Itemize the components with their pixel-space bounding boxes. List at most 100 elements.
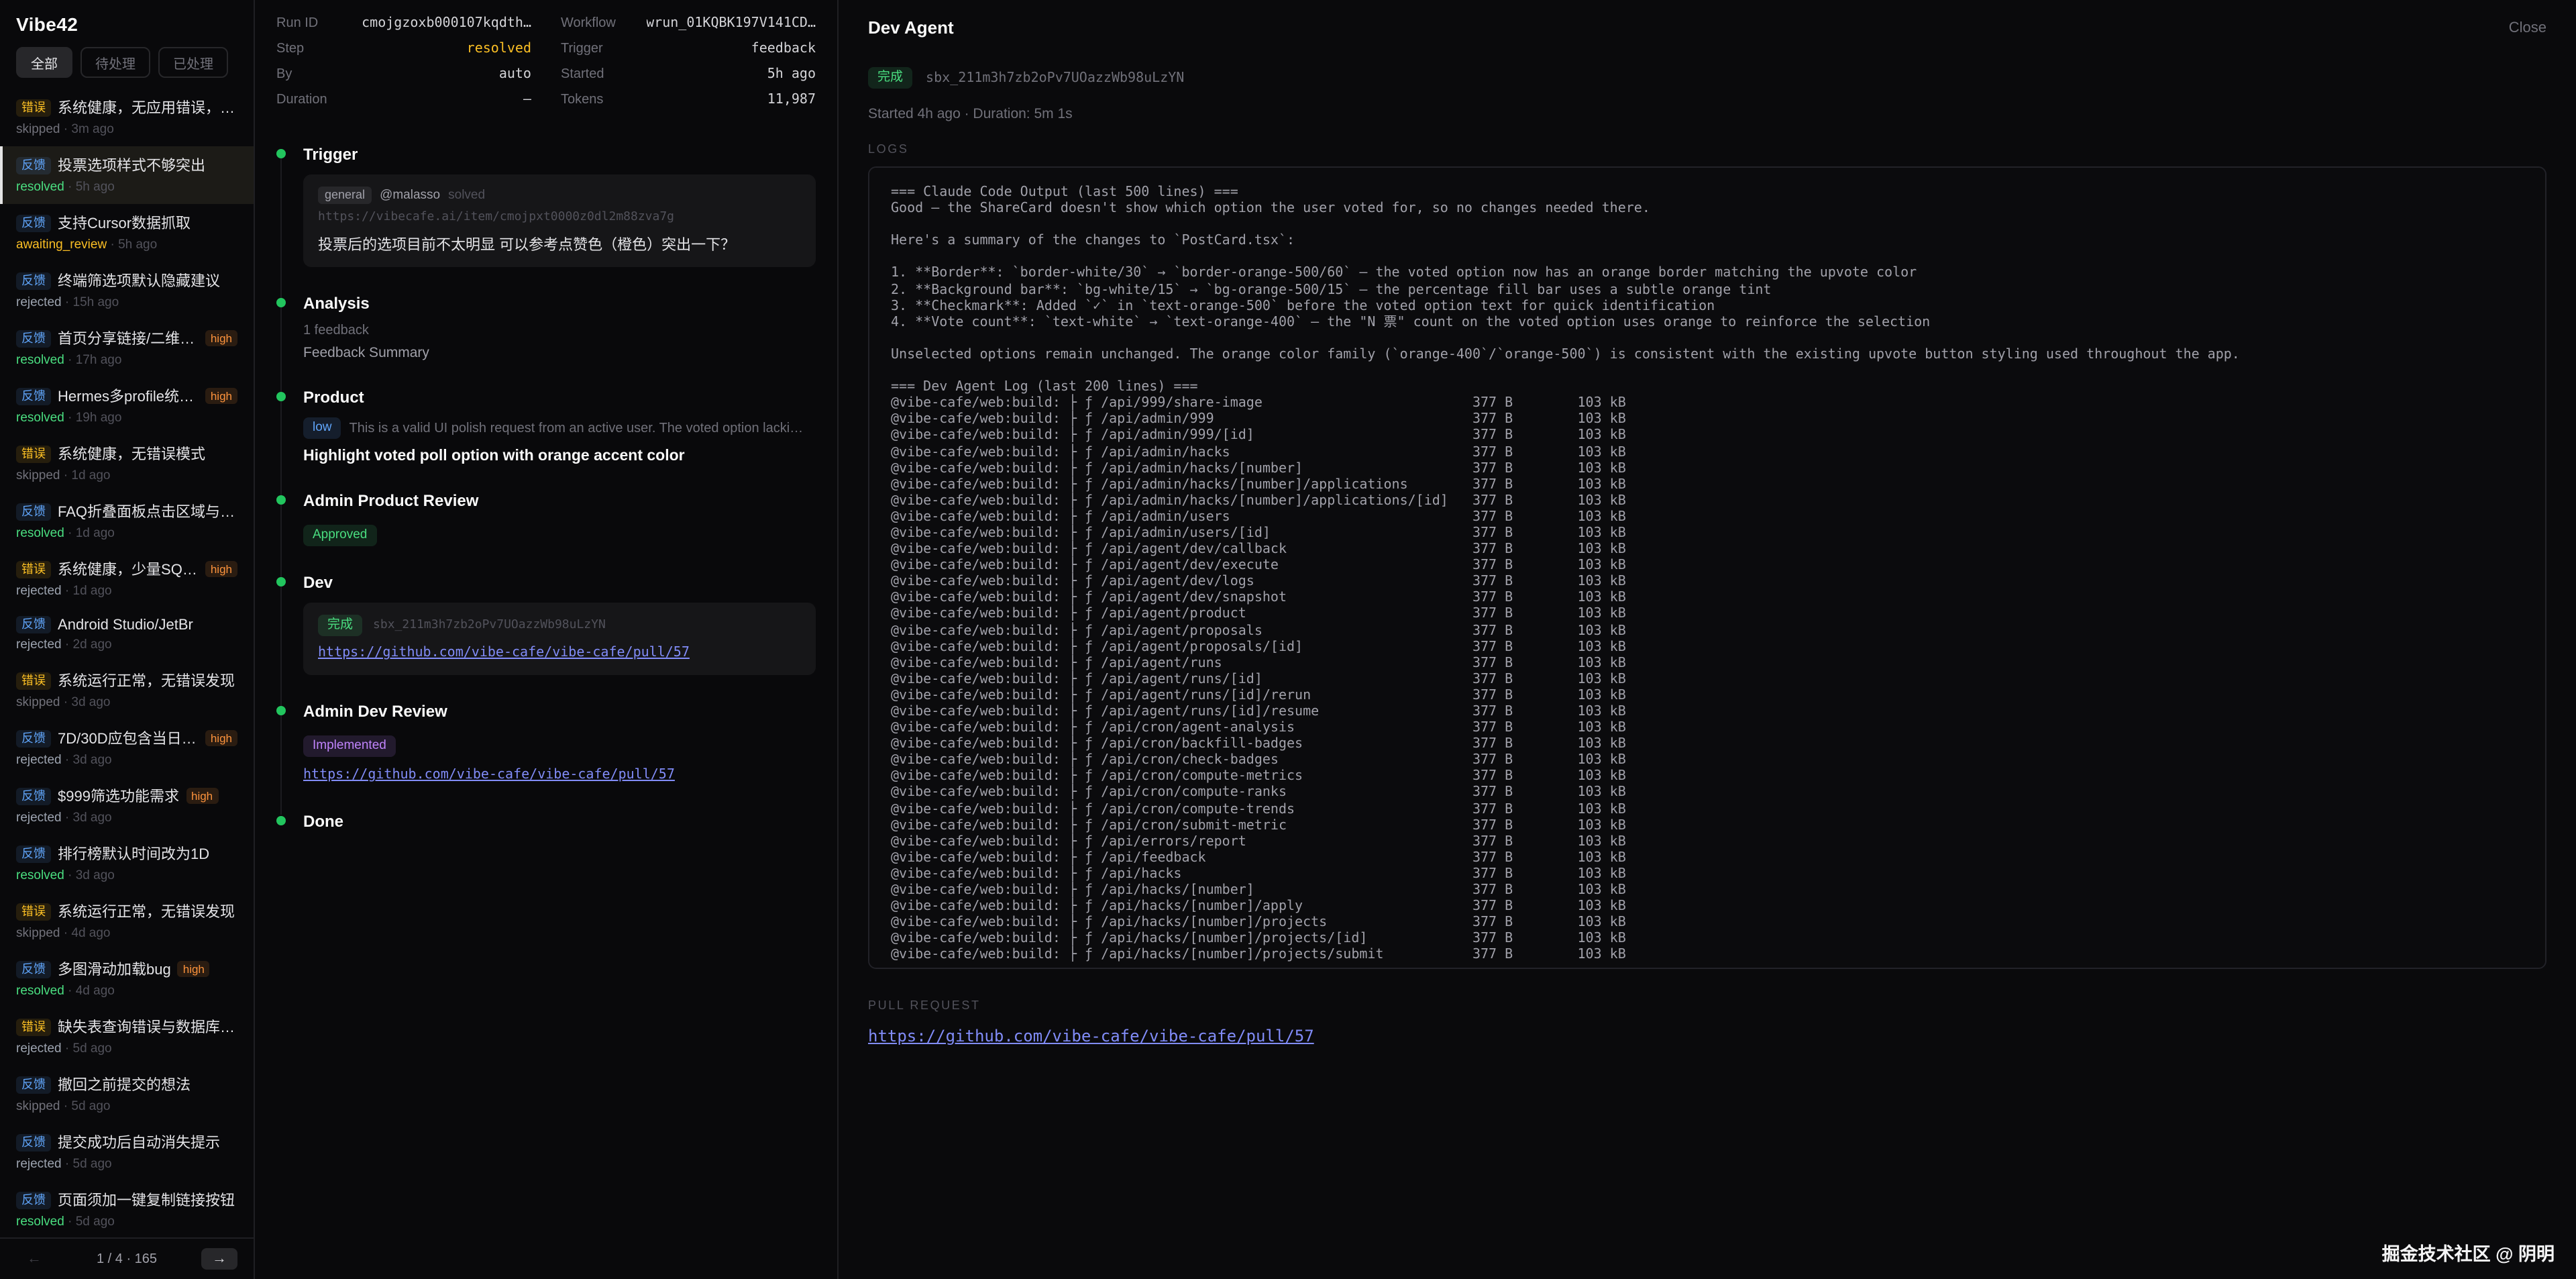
- step-status-dot: [276, 577, 286, 586]
- field-label: Run ID: [276, 16, 318, 31]
- list-item[interactable]: 反馈 FAQ折叠面板点击区域与动画优化 resolved · 1d ago: [0, 493, 254, 550]
- run-field-workflow: Workflowwrun_01KQBK197V141CD…: [561, 16, 816, 31]
- run-field-step: Stepresolved: [276, 42, 531, 56]
- log-scroll-container[interactable]: === Claude Code Output (last 500 lines) …: [868, 166, 2546, 969]
- app-window: Vibe42 全部待处理已处理 错误 系统健康，无应用错误，Auth重启… sk…: [0, 0, 2576, 1279]
- run-field-trigger: Triggerfeedback: [561, 42, 816, 56]
- implemented-badge: Implemented: [303, 735, 396, 757]
- watermark: 掘金技术社区 @ 阴明: [2382, 1239, 2555, 1266]
- panel-title: Dev Agent: [868, 17, 954, 38]
- item-time: · 5d ago: [62, 1041, 112, 1056]
- item-status: skipped: [16, 926, 60, 941]
- item-type-badge: 错误: [16, 99, 51, 116]
- item-status: skipped: [16, 122, 60, 137]
- item-type-badge: 反馈: [16, 960, 51, 978]
- item-title: Hermes多profile统计遗漏: [58, 385, 199, 407]
- list-item[interactable]: 反馈 首页分享链接/二维码错误 high resolved · 17h ago: [0, 319, 254, 377]
- pull-request-link[interactable]: https://github.com/vibe-cafe/vibe-cafe/p…: [868, 1027, 1314, 1045]
- list-item[interactable]: 反馈 支持Cursor数据抓取 awaiting_review · 5h ago: [0, 204, 254, 262]
- item-time: · 5d ago: [64, 1215, 115, 1229]
- priority-high-badge: high: [205, 330, 237, 346]
- field-label: Tokens: [561, 93, 603, 107]
- list-item[interactable]: 错误 系统运行正常，无错误发现 skipped · 4d ago: [0, 892, 254, 950]
- item-title: 系统健康，无错误模式: [58, 443, 205, 464]
- item-status: rejected: [16, 753, 62, 768]
- trigger-item-url[interactable]: https://vibecafe.ai/item/cmojpxt0000z0dl…: [318, 211, 801, 224]
- item-type-badge: 错误: [16, 672, 51, 689]
- item-title: 系统运行正常，无错误发现: [58, 670, 235, 691]
- step-label: Admin Dev Review: [303, 702, 816, 721]
- item-type-badge: 错误: [16, 1018, 51, 1035]
- run-meta: Run IDcmojgzoxb000107kqdth…Workflowwrun_…: [276, 16, 816, 107]
- dev-pull-request-link[interactable]: https://github.com/vibe-cafe/vibe-cafe/p…: [318, 646, 690, 660]
- list-item[interactable]: 反馈 提交成功后自动消失提示 rejected · 5d ago: [0, 1123, 254, 1181]
- list-item[interactable]: 反馈 Hermes多profile统计遗漏 high resolved · 19…: [0, 377, 254, 435]
- trigger-state: solved: [448, 188, 485, 203]
- item-title: 7D/30D应包含当日数据: [58, 727, 199, 749]
- list-item[interactable]: 反馈 Android Studio/JetBr rejected · 2d ag…: [0, 608, 254, 662]
- close-button[interactable]: Close: [2509, 19, 2546, 36]
- run-field-tokens: Tokens11,987: [561, 93, 816, 107]
- item-type-badge: 反馈: [16, 387, 51, 405]
- field-value: auto: [499, 67, 531, 82]
- list-item[interactable]: 反馈 排行榜默认时间改为1D resolved · 3d ago: [0, 835, 254, 892]
- filter-tab[interactable]: 待处理: [80, 47, 150, 78]
- field-label: Workflow: [561, 16, 616, 31]
- timeline-step-analysis: Analysis 1 feedback Feedback Summary: [303, 294, 816, 361]
- run-field-duration: Duration—: [276, 93, 531, 107]
- item-time: · 3d ago: [60, 695, 111, 710]
- item-time: · 3d ago: [62, 753, 112, 768]
- item-title: FAQ折叠面板点击区域与动画优化: [58, 501, 237, 522]
- item-time: · 3m ago: [60, 122, 114, 137]
- list-item[interactable]: 反馈 投票选项样式不够突出 resolved · 5h ago: [0, 146, 254, 204]
- field-label: By: [276, 67, 292, 82]
- dev-agent-card[interactable]: 完成 sbx_211m3h7zb2oPv7UOazzWb98uLzYN http…: [303, 603, 816, 675]
- list-item[interactable]: 错误 系统健康，少量SQL模式错误 high rejected · 1d ago: [0, 550, 254, 608]
- item-status: resolved: [16, 868, 64, 883]
- channel-badge: general: [318, 187, 372, 204]
- list-item[interactable]: 错误 系统健康，无错误模式 skipped · 1d ago: [0, 435, 254, 493]
- item-time: · 3d ago: [62, 811, 112, 825]
- filter-tab[interactable]: 全部: [16, 47, 72, 78]
- item-type-badge: 错误: [16, 903, 51, 920]
- analysis-summary[interactable]: Feedback Summary: [303, 345, 816, 361]
- review-pull-request-link[interactable]: https://github.com/vibe-cafe/vibe-cafe/p…: [303, 768, 675, 782]
- list-item[interactable]: 错误 缺失表查询错误与数据库正常运行 rejected · 5d ago: [0, 1008, 254, 1066]
- trigger-card[interactable]: general @malasso solved https://vibecafe…: [303, 174, 816, 267]
- priority-high-badge: high: [205, 561, 237, 577]
- list-item[interactable]: 反馈 页面须加一键复制链接按钮 resolved · 5d ago: [0, 1181, 254, 1237]
- item-time: · 3d ago: [64, 868, 115, 883]
- item-title: $999筛选功能需求: [58, 785, 179, 807]
- prev-page-button[interactable]: ←: [16, 1248, 52, 1270]
- step-label: Admin Product Review: [303, 491, 816, 510]
- item-type-badge: 反馈: [16, 329, 51, 347]
- list-item[interactable]: 反馈 终端筛选项默认隐藏建议 rejected · 15h ago: [0, 262, 254, 319]
- agent-status-badge: 完成: [868, 67, 912, 89]
- list-item[interactable]: 反馈 多图滑动加载bug high resolved · 4d ago: [0, 950, 254, 1008]
- timeline-step-done: Done: [303, 812, 816, 831]
- next-page-button[interactable]: →: [201, 1248, 237, 1270]
- item-status: resolved: [16, 353, 64, 368]
- item-status: resolved: [16, 984, 64, 999]
- priority-high-badge: high: [178, 961, 210, 977]
- item-title: 首页分享链接/二维码错误: [58, 327, 199, 349]
- step-status-dot: [276, 392, 286, 401]
- filter-tab[interactable]: 已处理: [158, 47, 228, 78]
- item-title: 系统健康，无应用错误，Auth重启…: [58, 97, 237, 118]
- item-status: rejected: [16, 295, 62, 310]
- list-item[interactable]: 错误 系统运行正常，无错误发现 skipped · 3d ago: [0, 662, 254, 719]
- item-title: Android Studio/JetBr: [58, 617, 193, 633]
- run-field-started: Started5h ago: [561, 67, 816, 82]
- item-time: · 5h ago: [64, 180, 115, 195]
- list-item[interactable]: 反馈 7D/30D应包含当日数据 high rejected · 3d ago: [0, 719, 254, 777]
- list-item[interactable]: 反馈 撤回之前提交的想法 skipped · 5d ago: [0, 1066, 254, 1123]
- item-status: rejected: [16, 1157, 62, 1172]
- field-value: feedback: [751, 42, 816, 56]
- agent-run-meta: Started 4h ago · Duration: 5m 1s: [868, 106, 2546, 122]
- list-item[interactable]: 反馈 $999筛选功能需求 high rejected · 3d ago: [0, 777, 254, 835]
- list-item[interactable]: 错误 系统健康，无应用错误，Auth重启… skipped · 3m ago: [0, 89, 254, 146]
- item-type-badge: 反馈: [16, 214, 51, 232]
- trigger-author: @malasso: [380, 188, 440, 203]
- item-type-badge: 反馈: [16, 1191, 51, 1209]
- item-time: · 2d ago: [62, 637, 112, 652]
